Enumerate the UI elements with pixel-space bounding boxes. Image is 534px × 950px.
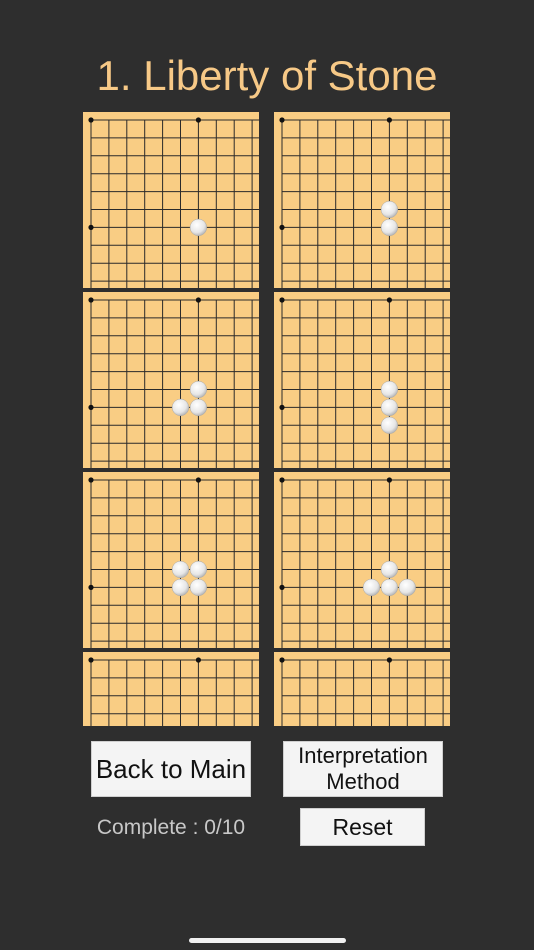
white-stone [380, 398, 398, 416]
white-stone [380, 416, 398, 434]
board-grid [88, 297, 259, 468]
go-board-1[interactable] [83, 112, 259, 288]
board-grid [279, 297, 450, 468]
star-point [386, 117, 392, 123]
page-title: 1. Liberty of Stone [96, 52, 438, 99]
go-board-5[interactable] [83, 472, 259, 648]
board-grid [88, 477, 259, 648]
white-stone [380, 560, 398, 579]
go-board-7[interactable] [83, 652, 259, 726]
star-point [386, 477, 392, 483]
white-stone [171, 398, 190, 416]
star-point [279, 224, 285, 230]
star-point [88, 404, 94, 410]
white-stone [189, 380, 207, 399]
star-point [88, 117, 94, 123]
star-point [195, 477, 201, 483]
star-point [88, 224, 94, 230]
board-grid [279, 657, 450, 726]
go-board-3[interactable] [83, 292, 259, 468]
star-point [88, 657, 94, 663]
reset-button[interactable]: Reset [300, 808, 425, 846]
board-grid [88, 657, 259, 726]
star-point [279, 477, 285, 483]
star-point [88, 297, 94, 303]
go-board-2[interactable] [274, 112, 450, 288]
back-to-main-button[interactable]: Back to Main [91, 741, 251, 797]
white-stone [171, 578, 190, 596]
star-point [279, 657, 285, 663]
completion-status: Complete : 0/10 [96, 816, 246, 839]
board-grid [279, 117, 450, 288]
white-stone [189, 398, 207, 416]
star-point [195, 657, 201, 663]
white-stone [380, 200, 398, 219]
white-stone [362, 578, 381, 596]
star-point [279, 117, 285, 123]
go-board-4[interactable] [274, 292, 450, 468]
problem-board-grid[interactable] [83, 112, 450, 726]
board-grid [88, 117, 259, 288]
star-point [195, 297, 201, 303]
white-stone [380, 380, 398, 399]
white-stone [189, 218, 207, 236]
star-point [279, 404, 285, 410]
white-stone [189, 560, 207, 579]
star-point [279, 297, 285, 303]
star-point [195, 117, 201, 123]
star-point [88, 477, 94, 483]
star-point [88, 584, 94, 590]
star-point [386, 657, 392, 663]
white-stone [189, 578, 207, 596]
white-stone [380, 218, 398, 236]
white-stone [398, 578, 416, 596]
star-point [386, 297, 392, 303]
white-stone [171, 560, 190, 579]
interpretation-method-button[interactable]: Interpretation Method [283, 741, 443, 797]
go-board-8[interactable] [274, 652, 450, 726]
board-grid [279, 477, 450, 648]
go-board-6[interactable] [274, 472, 450, 648]
home-indicator [189, 938, 346, 943]
white-stone [380, 578, 398, 596]
star-point [279, 584, 285, 590]
